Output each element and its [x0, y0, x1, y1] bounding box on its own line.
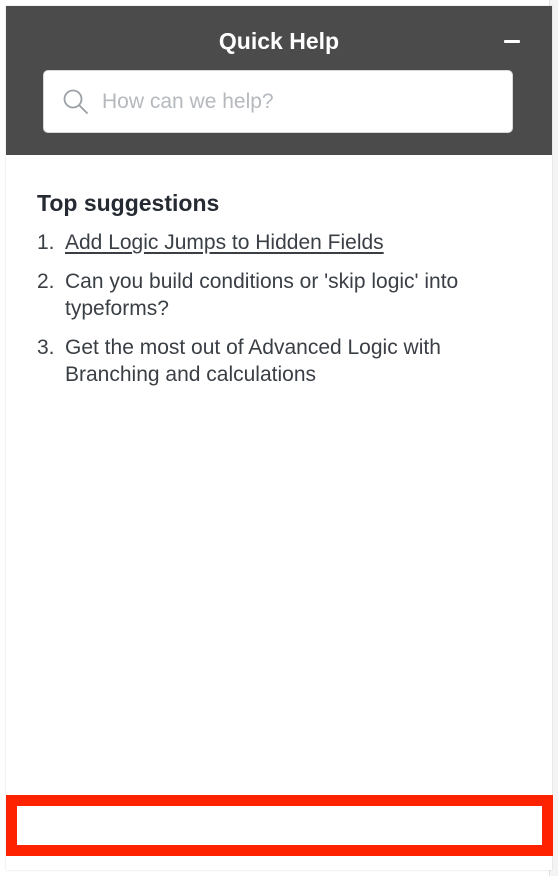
page: Quick Help Top suggestions 1. Add Logic … — [0, 0, 558, 876]
highlight-box — [6, 795, 553, 856]
item-number: 3. — [37, 336, 55, 359]
minimize-button[interactable] — [500, 28, 526, 54]
widget-title: Quick Help — [218, 28, 340, 54]
search-input[interactable] — [102, 71, 502, 132]
search-icon — [63, 89, 88, 114]
widget-header: Quick Help — [6, 6, 552, 155]
list-item[interactable]: 1. Add Logic Jumps to Hidden Fields — [37, 229, 527, 256]
list-item[interactable]: 2. Can you build conditions or 'skip log… — [37, 268, 527, 322]
quick-help-widget: Quick Help Top suggestions 1. Add Logic … — [6, 6, 552, 870]
section-title: Top suggestions — [37, 190, 220, 216]
suggestion-link[interactable]: Get the most out of Advanced Logic with … — [65, 336, 441, 386]
minus-icon — [504, 40, 520, 43]
suggestion-link[interactable]: Can you build conditions or 'skip logic'… — [65, 270, 458, 320]
suggestion-link[interactable]: Add Logic Jumps to Hidden Fields — [65, 231, 384, 254]
suggestions-list: 1. Add Logic Jumps to Hidden Fields 2. C… — [37, 229, 527, 400]
search-box[interactable] — [43, 70, 513, 133]
list-item[interactable]: 3. Get the most out of Advanced Logic wi… — [37, 334, 527, 388]
item-number: 1. — [37, 231, 55, 254]
item-number: 2. — [37, 270, 55, 293]
